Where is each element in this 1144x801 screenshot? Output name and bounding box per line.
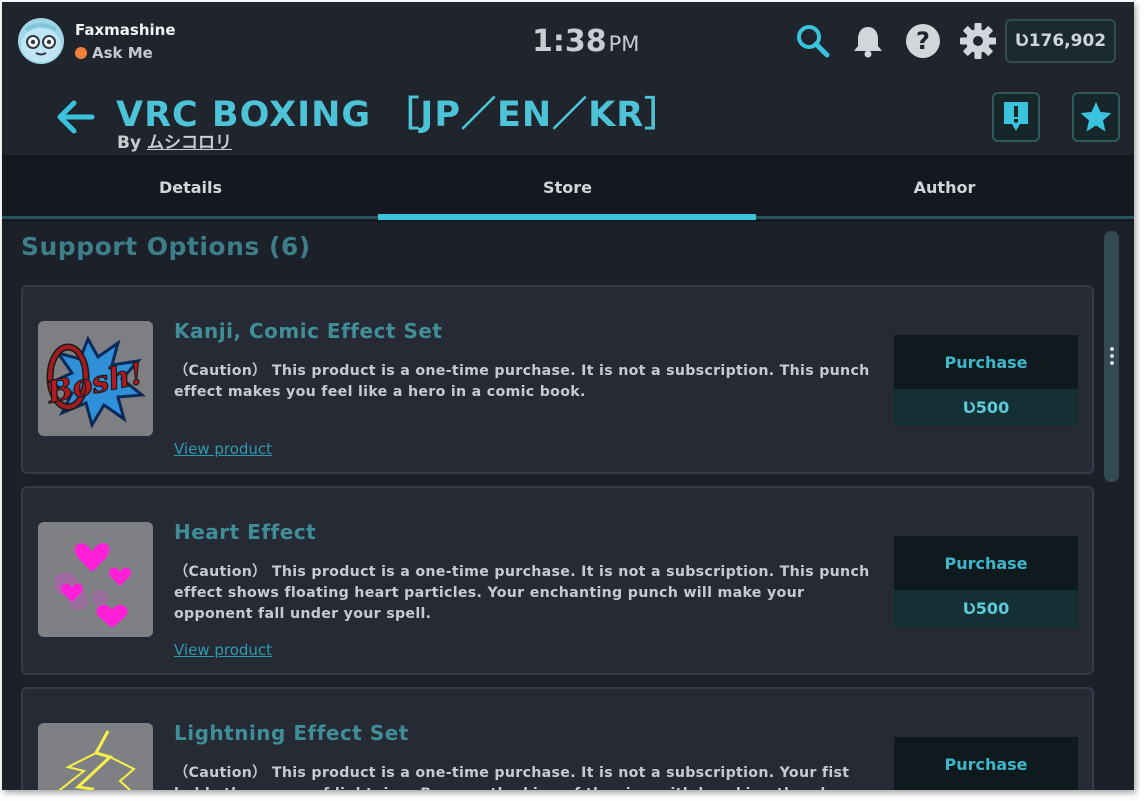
active-tab-indicator bbox=[378, 214, 756, 220]
purchase-box: Purchase Ʋ500 bbox=[894, 536, 1078, 627]
gear-icon[interactable] bbox=[959, 22, 997, 60]
product-name: Kanji, Comic Effect Set bbox=[174, 319, 443, 343]
product-thumbnail[interactable] bbox=[38, 723, 153, 790]
status-text: Ask Me bbox=[92, 44, 153, 62]
star-icon bbox=[1080, 102, 1112, 132]
purchase-button[interactable]: Purchase bbox=[894, 737, 1078, 790]
status-dot-icon bbox=[75, 47, 87, 59]
search-icon[interactable] bbox=[794, 22, 832, 60]
favorite-button[interactable] bbox=[1072, 92, 1120, 142]
back-arrow-icon[interactable] bbox=[54, 97, 98, 137]
tab-bar: Details Store Author bbox=[2, 155, 1134, 222]
product-card: Heart Effect （Caution） This product is a… bbox=[21, 486, 1094, 675]
clock-time: 1:38 bbox=[532, 24, 607, 59]
product-card: Bosh! Kanji, Comic Effect Set （Caution） … bbox=[21, 285, 1094, 474]
tab-details[interactable]: Details bbox=[2, 155, 379, 219]
view-product-link[interactable]: View product bbox=[174, 641, 272, 659]
product-thumbnail[interactable] bbox=[38, 522, 153, 637]
product-description: （Caution） This product is a one-time pur… bbox=[174, 765, 850, 790]
product-thumbnail[interactable]: Bosh! bbox=[38, 321, 153, 436]
user-avatar[interactable] bbox=[18, 18, 64, 64]
view-product-link[interactable]: View product bbox=[174, 440, 272, 458]
product-card: Lightning Effect Set （Caution） This prod… bbox=[21, 687, 1094, 790]
app-window: Faxmashine Ask Me 1:38 PM ? Ʋ176,902 VRC… bbox=[2, 2, 1134, 790]
drag-handle-icon[interactable] bbox=[1109, 347, 1115, 369]
help-icon[interactable]: ? bbox=[904, 22, 942, 60]
product-name: Lightning Effect Set bbox=[174, 721, 409, 745]
purchase-button[interactable]: Purchase bbox=[894, 335, 1078, 389]
svg-text:?: ? bbox=[916, 27, 930, 55]
tab-store[interactable]: Store bbox=[379, 155, 756, 219]
tab-author[interactable]: Author bbox=[756, 155, 1133, 219]
by-label: By bbox=[117, 133, 142, 153]
purchase-box: Purchase Ʋ500 bbox=[894, 335, 1078, 426]
user-name: Faxmashine bbox=[75, 21, 176, 39]
purchase-box: Purchase bbox=[894, 737, 1078, 790]
product-name: Heart Effect bbox=[174, 520, 317, 544]
product-description: （Caution） This product is a one-time pur… bbox=[174, 564, 870, 622]
price-label: Ʋ500 bbox=[894, 389, 1078, 426]
clock-ampm: PM bbox=[608, 32, 640, 56]
world-author-line: By ムシコロリ bbox=[117, 128, 232, 153]
product-description: （Caution） This product is a one-time pur… bbox=[174, 363, 870, 400]
top-bar: Faxmashine Ask Me 1:38 PM ? Ʋ176,902 VRC… bbox=[2, 2, 1134, 155]
clock: 1:38 PM bbox=[532, 24, 639, 59]
section-title: Support Options (6) bbox=[21, 232, 311, 261]
purchase-button[interactable]: Purchase bbox=[894, 536, 1078, 590]
user-status[interactable]: Ask Me bbox=[75, 44, 153, 62]
author-link[interactable]: ムシコロリ bbox=[147, 133, 232, 153]
currency-balance[interactable]: Ʋ176,902 bbox=[1005, 19, 1116, 63]
alert-speech-icon bbox=[1004, 102, 1028, 131]
bell-icon[interactable] bbox=[849, 22, 887, 60]
price-label: Ʋ500 bbox=[894, 590, 1078, 627]
report-button[interactable] bbox=[992, 92, 1040, 142]
